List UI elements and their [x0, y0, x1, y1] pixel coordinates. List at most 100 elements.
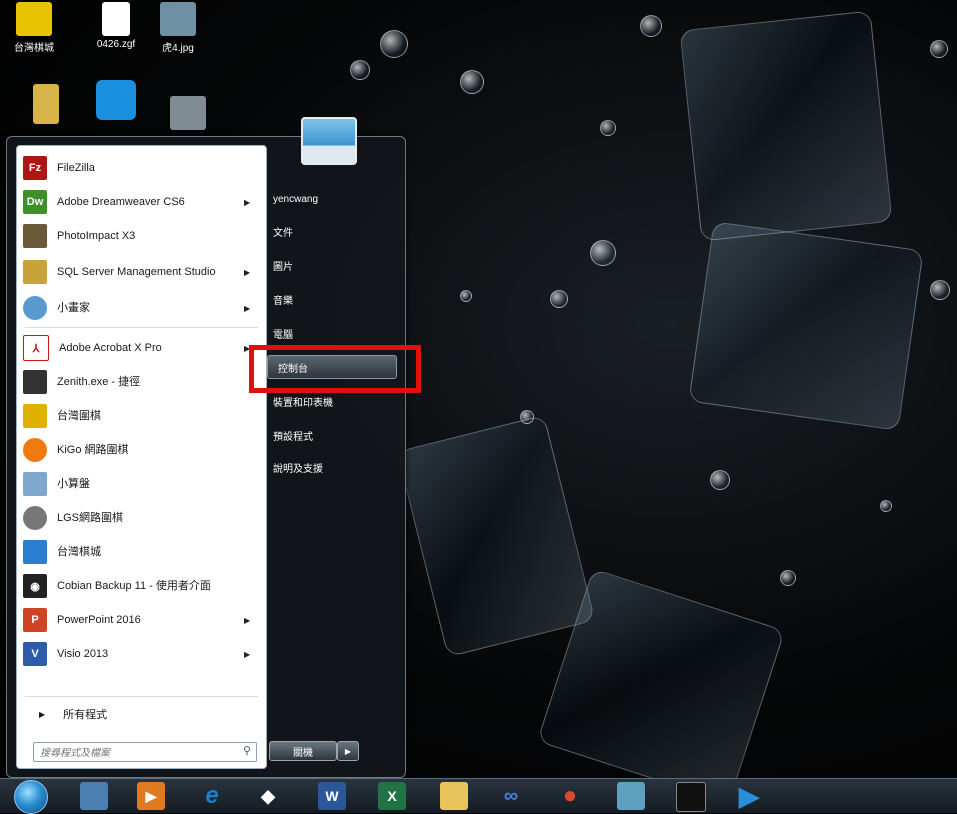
program-label: 小畫家	[57, 301, 90, 314]
desktop-icon-app[interactable]	[88, 80, 144, 123]
right-item-computer[interactable]: 電腦	[263, 321, 403, 345]
acrobat-icon: ⅄	[23, 335, 49, 361]
word-icon[interactable]: W	[318, 782, 346, 810]
right-item-default-programs[interactable]: 預設程式	[263, 423, 403, 447]
program-calculator[interactable]: 小算盤	[17, 467, 266, 501]
bubble-graphic	[880, 500, 892, 512]
menu-separator	[25, 327, 258, 328]
bubble-graphic	[930, 40, 948, 58]
program-label: 小算盤	[57, 477, 90, 490]
search-input[interactable]	[34, 745, 230, 762]
program-sql-server[interactable]: SQL Server Management Studio ▶	[17, 253, 266, 291]
program-powerpoint[interactable]: P PowerPoint 2016 ▶	[17, 603, 266, 637]
sql-server-icon	[23, 260, 47, 284]
bubble-graphic	[460, 290, 472, 302]
menu-separator	[25, 696, 258, 697]
shutdown-options-arrow-icon[interactable]: ▶	[337, 741, 359, 761]
desktop-icon-tiger-jpg[interactable]: 虎4.jpg	[150, 2, 206, 54]
program-label: 台灣棋城	[57, 545, 101, 558]
virtualbox-icon[interactable]: ◆	[254, 782, 282, 810]
photoimpact-icon	[23, 224, 47, 248]
chrome-icon[interactable]: ●	[556, 782, 584, 810]
program-visio[interactable]: V Visio 2013 ▶	[17, 637, 266, 671]
powerpoint-icon: P	[23, 608, 47, 632]
shutdown-button[interactable]: 關機	[269, 741, 337, 761]
right-item-documents[interactable]: 文件	[263, 219, 403, 243]
program-lgs[interactable]: LGS網路圍棋	[17, 501, 266, 535]
image-icon	[160, 2, 196, 36]
start-button[interactable]	[14, 780, 48, 814]
submenu-arrow-icon: ▶	[244, 649, 251, 659]
program-cobian-backup[interactable]: ◉ Cobian Backup 11 - 使用者介面	[17, 569, 266, 603]
ice-cube-graphic	[688, 221, 924, 431]
search-icon[interactable]: ⚲	[243, 744, 251, 757]
bubble-graphic	[460, 70, 484, 94]
bubble-graphic	[350, 60, 370, 80]
start-menu: Fz FileZilla Dw Adobe Dreamweaver CS6 ▶ …	[6, 117, 406, 778]
desktop-icon-label: 0426.zgf	[96, 39, 136, 50]
right-item-label: 裝置和印表機	[273, 397, 333, 409]
program-label: Adobe Dreamweaver CS6	[57, 195, 185, 208]
program-label: Adobe Acrobat X Pro	[59, 341, 162, 354]
right-item-music[interactable]: 音樂	[263, 287, 403, 311]
app-icon[interactable]	[617, 782, 645, 810]
program-photoimpact[interactable]: PhotoImpact X3	[17, 219, 266, 253]
submenu-arrow-icon: ▶	[244, 197, 251, 207]
ice-cube-graphic	[679, 10, 893, 242]
all-programs-label: 所有程式	[63, 709, 108, 721]
submenu-arrow-icon: ▶	[244, 303, 251, 313]
user-picture[interactable]	[301, 117, 357, 165]
explorer-icon[interactable]	[440, 782, 468, 810]
right-item-pictures[interactable]: 圖片	[263, 253, 403, 277]
excel-icon[interactable]: X	[378, 782, 406, 810]
kigo-icon	[23, 438, 47, 462]
programs-list: Fz FileZilla Dw Adobe Dreamweaver CS6 ▶ …	[16, 145, 267, 769]
terminal-icon[interactable]	[676, 782, 706, 812]
filezilla-icon: Fz	[23, 156, 47, 180]
desktop-icon-zgf-file[interactable]: 0426.zgf	[88, 2, 144, 50]
submenu-arrow-icon: ▶	[244, 267, 251, 277]
program-zenith[interactable]: Zenith.exe - 捷徑	[17, 365, 266, 399]
image-icon	[170, 96, 206, 130]
program-label: 台灣圍棋	[57, 409, 101, 422]
bubble-graphic	[520, 410, 534, 424]
bubble-graphic	[640, 15, 662, 37]
desktop-icon-label: 台灣棋城	[14, 43, 54, 54]
submenu-arrow-icon: ▶	[244, 615, 251, 625]
program-acrobat[interactable]: ⅄ Adobe Acrobat X Pro ▶	[17, 331, 266, 365]
bubble-graphic	[930, 280, 950, 300]
right-item-label: 圖片	[273, 261, 293, 273]
calculator-icon	[23, 472, 47, 496]
media-player-icon[interactable]: ▶	[137, 782, 165, 810]
program-paint[interactable]: 小畫家 ▶	[17, 291, 266, 325]
play-icon[interactable]: ▶	[735, 781, 763, 811]
folder-icon	[33, 84, 59, 124]
program-dreamweaver[interactable]: Dw Adobe Dreamweaver CS6 ▶	[17, 185, 266, 219]
program-label: PhotoImpact X3	[57, 229, 136, 242]
desktop-icon-taiwan-chess[interactable]: 台灣棋城	[6, 2, 62, 54]
ice-cube-graphic	[396, 414, 596, 658]
bubble-graphic	[550, 290, 568, 308]
link-icon[interactable]: ∞	[497, 782, 525, 810]
document-icon	[102, 2, 130, 36]
program-filezilla[interactable]: Fz FileZilla	[17, 151, 266, 185]
desktop-icon-label: 虎4.jpg	[162, 43, 194, 54]
desktop-icon-folder[interactable]	[18, 84, 74, 127]
bubble-graphic	[710, 470, 730, 490]
internet-explorer-icon[interactable]: e	[198, 782, 226, 810]
program-taiwan-chess[interactable]: 台灣棋城	[17, 535, 266, 569]
program-taiwan-go[interactable]: 台灣圍棋	[17, 399, 266, 433]
right-item-help-support[interactable]: 說明及支援	[263, 455, 403, 479]
program-label: SQL Server Management Studio	[57, 265, 216, 278]
program-label: Zenith.exe - 捷徑	[57, 375, 141, 388]
right-item-user[interactable]: yencwang	[263, 187, 403, 211]
program-kigo[interactable]: KiGo 網路圍棋	[17, 433, 266, 467]
all-programs-button[interactable]: ▶ 所有程式	[17, 702, 266, 726]
program-label: LGS網路圍棋	[57, 511, 124, 524]
search-box[interactable]: ⚲	[33, 742, 257, 762]
right-item-label: 文件	[273, 227, 293, 239]
desktop-icon-picture[interactable]	[160, 96, 216, 133]
program-label: Visio 2013	[57, 647, 109, 660]
right-item-label: 電腦	[273, 329, 293, 341]
network-icon[interactable]	[80, 782, 108, 810]
